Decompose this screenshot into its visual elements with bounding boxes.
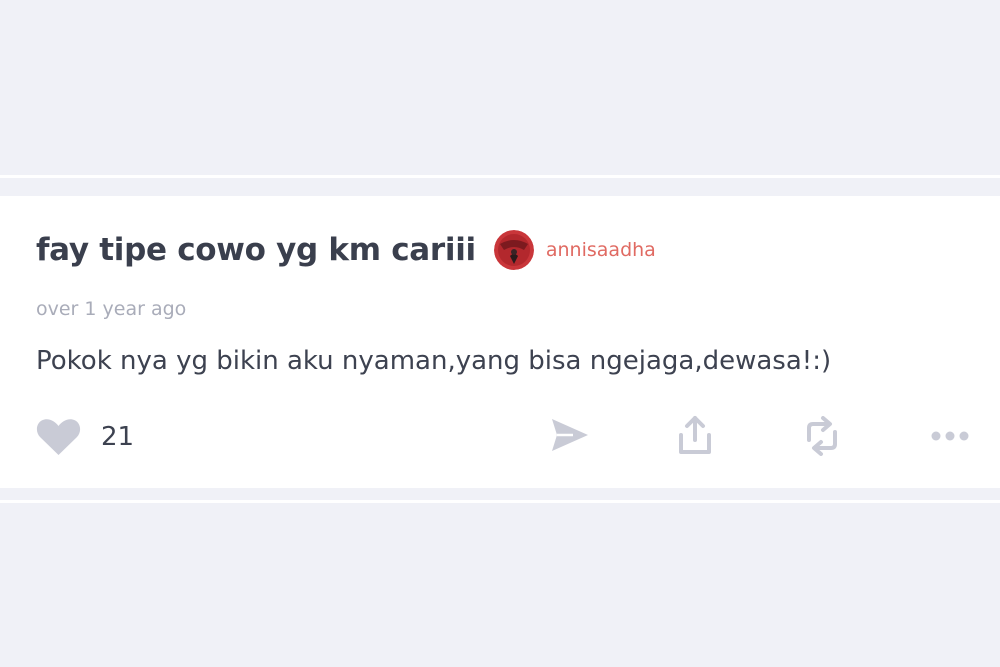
post-header: fay tipe cowo yg km cariii annisaadha <box>36 224 656 276</box>
repost-icon <box>803 416 841 456</box>
send-icon <box>551 418 589 452</box>
author-username[interactable]: annisaadha <box>546 239 656 261</box>
divider-bottom <box>0 500 1000 503</box>
post-title: fay tipe cowo yg km cariii <box>36 232 476 268</box>
share-icon <box>678 415 712 455</box>
share-button[interactable] <box>678 415 712 455</box>
send-button[interactable] <box>551 418 589 452</box>
post-timestamp: over 1 year ago <box>36 298 187 320</box>
heart-icon <box>36 418 81 456</box>
author-avatar[interactable] <box>493 230 534 270</box>
like-count: 21 <box>101 422 135 452</box>
post-body: Pokok nya yg bikin aku nyaman,yang bisa … <box>36 346 832 376</box>
more-button[interactable] <box>930 430 970 442</box>
like-button[interactable]: 21 <box>36 418 134 456</box>
more-icon <box>930 430 970 442</box>
divider-top <box>0 175 1000 178</box>
repost-button[interactable] <box>803 416 841 456</box>
